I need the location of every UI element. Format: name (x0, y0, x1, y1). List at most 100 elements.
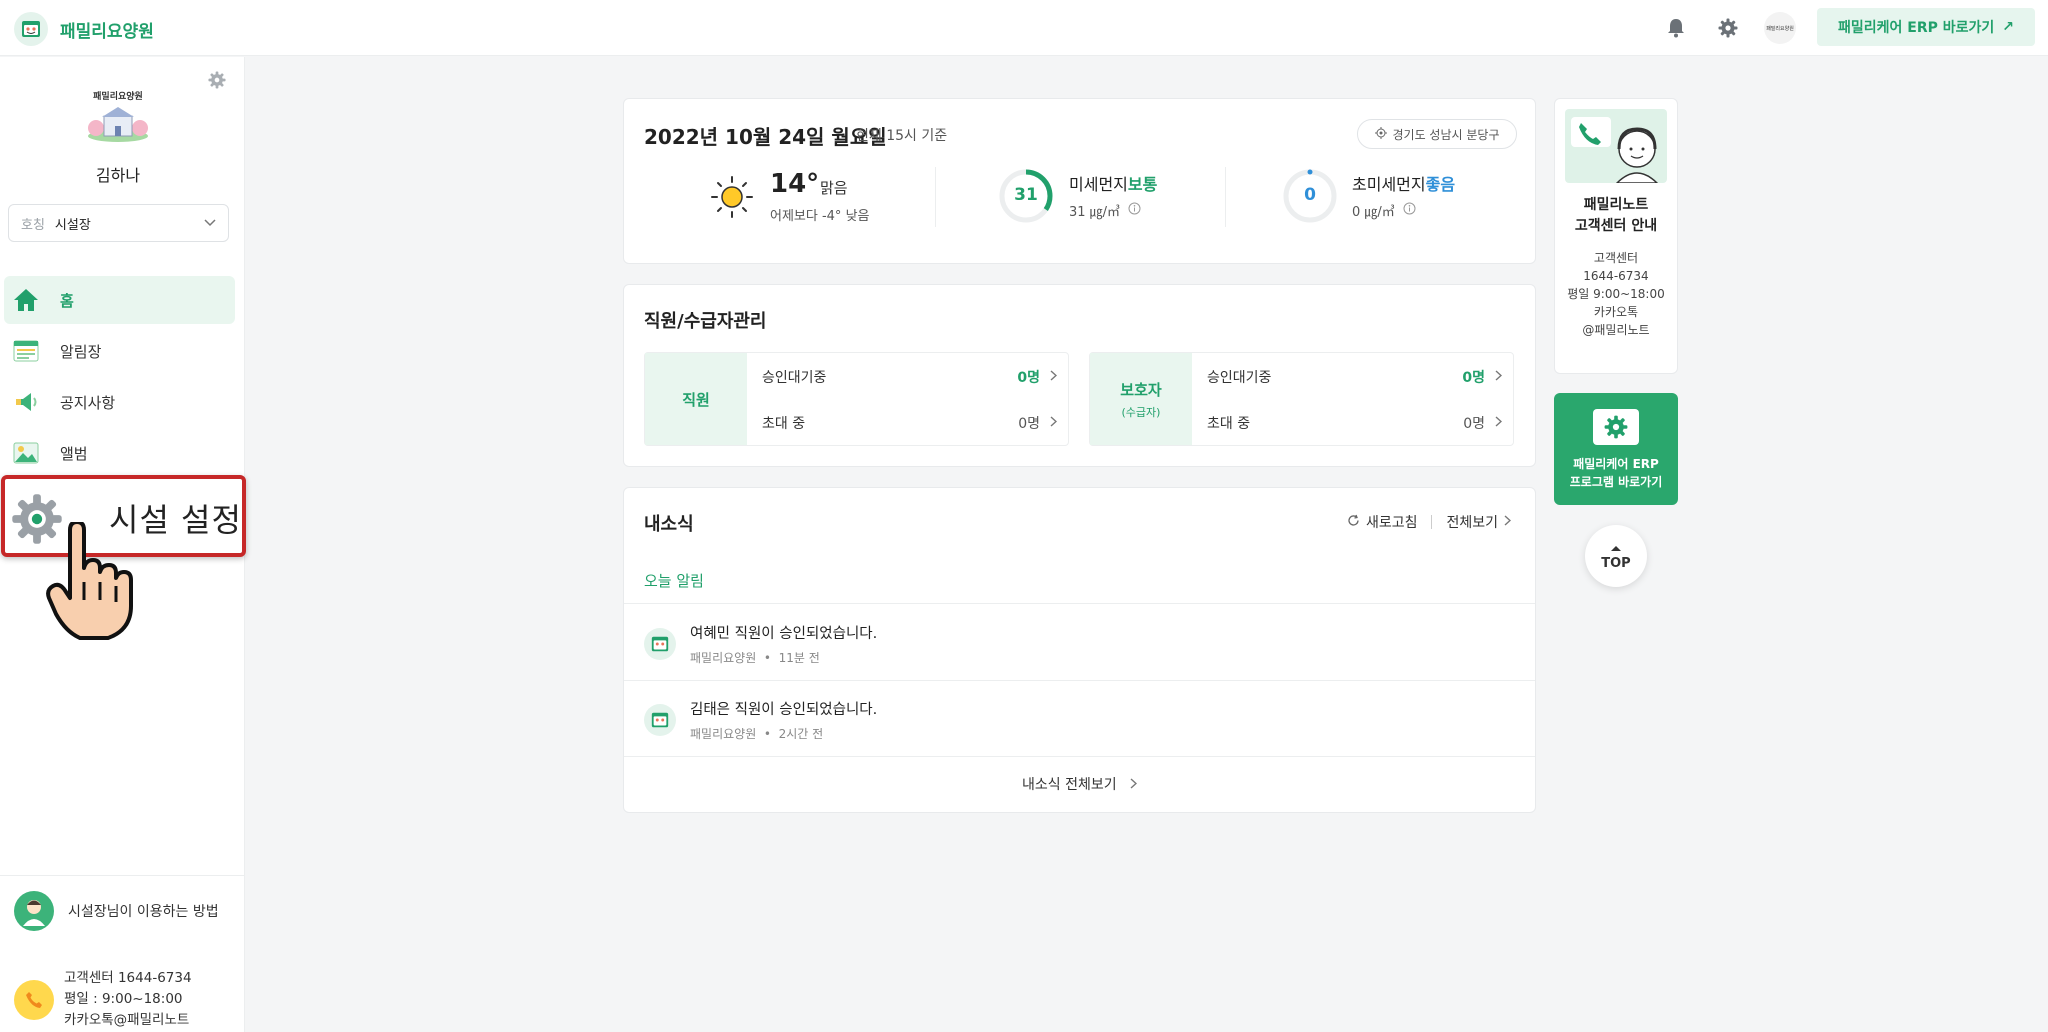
row-value: 0명 (1462, 370, 1485, 386)
info-icon[interactable] (1128, 202, 1141, 219)
cs-line: 1644-6734 (1583, 269, 1649, 283)
role-value: 시설장 (54, 217, 91, 233)
weather-basis: 현재 15시 기준 (856, 128, 948, 144)
chevron-right-icon (1050, 415, 1058, 431)
chevron-right-icon (1130, 777, 1138, 793)
facility-building-icon (88, 107, 148, 142)
today-alerts-label: 오늘 알림 (644, 572, 704, 590)
cs-line: 고객센터 (1593, 251, 1639, 265)
sidebar-item-announcements[interactable]: 공지사항 (4, 378, 235, 426)
erp-link-button[interactable]: 패밀리케어 ERP 바로가기 ↗ (1817, 8, 2035, 46)
pending-approval-row[interactable]: 승인대기중 0명 (762, 367, 1058, 387)
pm10-title: 미세먼지보통 (1069, 171, 1157, 195)
my-news-card: 내소식 새로고침 전체보기 오늘 알림 여혜민 직원이 승인되었습니다. 패밀리… (623, 487, 1536, 813)
facility-settings-gear-icon[interactable] (208, 71, 226, 93)
contact-info: 고객센터 1644-6734 평일 : 9:00~18:00 카카오톡@패밀리노… (14, 968, 192, 1031)
cs-title-line: 고객센터 안내 (1574, 218, 1658, 234)
news-item[interactable]: 여혜민 직원이 승인되었습니다. 패밀리요양원 • 11분 전 (644, 614, 1514, 674)
location-button[interactable]: 경기도 성남시 분당구 (1357, 119, 1517, 149)
sidebar-item-label: 알림장 (60, 342, 102, 361)
erp-line: 프로그램 바로가기 (1569, 475, 1663, 489)
album-icon (12, 439, 40, 467)
location-label: 경기도 성남시 분당구 (1392, 127, 1500, 142)
all-news-link[interactable]: 내소식 전체보기 (624, 774, 1535, 794)
chevron-right-icon (1050, 369, 1058, 385)
sunny-icon (710, 175, 754, 223)
pm10-unit: 31 ㎍/㎥ (1069, 205, 1121, 220)
news-meta: 패밀리요양원 • 2시간 전 (690, 727, 824, 741)
temperature: 14° (770, 169, 820, 199)
view-all-button[interactable]: 전체보기 (1446, 512, 1512, 532)
staff-box-employees: 직원 승인대기중 0명 초대 중 0명 (644, 352, 1069, 446)
pm10-label: 미세먼지 (1069, 175, 1128, 194)
customer-center-card[interactable]: 패밀리노트 고객센터 안내 고객센터 1644-6734 평일 9:00~18:… (1554, 98, 1678, 374)
notice-board-icon (12, 337, 40, 365)
sidebar-item-label: 앨범 (60, 444, 88, 463)
news-item[interactable]: 김태은 직원이 승인되었습니다. 패밀리요양원 • 2시간 전 (644, 690, 1514, 750)
erp-program-card[interactable]: 패밀리케어 ERP 프로그램 바로가기 (1554, 393, 1678, 505)
settings-gear-icon[interactable] (1712, 12, 1744, 44)
weather-card: 2022년 10월 24일 월요일 현재 15시 기준 경기도 성남시 분당구 … (623, 98, 1536, 264)
pm25-label: 초미세먼지 (1352, 175, 1426, 194)
sidebar-nav: 홈 알림장 공지사항 앨범 (4, 276, 235, 480)
temperature-comparison: 어제보다 -4° 낮음 (770, 209, 870, 224)
invited-row[interactable]: 초대 중 0명 (762, 413, 1058, 433)
chevron-right-icon (1495, 415, 1503, 431)
employees-label: 직원 (682, 390, 710, 409)
refresh-label: 새로고침 (1365, 515, 1418, 531)
guardians-label: 보호자 (1120, 380, 1162, 399)
cs-info: 고객센터 1644-6734 평일 9:00~18:00 카카오톡 @패밀리노트 (1555, 249, 1677, 339)
staff-management-card: 직원/수급자관리 직원 승인대기중 0명 초대 중 0명 보호자 (수급자) 승… (623, 284, 1536, 467)
phone-icon (14, 979, 54, 1020)
pm25-title: 초미세먼지좋음 (1352, 171, 1455, 195)
erp-line: 패밀리케어 ERP (1573, 457, 1659, 471)
cs-title: 패밀리노트 고객센터 안내 (1555, 195, 1677, 237)
news-text: 여혜민 직원이 승인되었습니다. (690, 626, 878, 642)
facility-logo-icon (644, 628, 676, 660)
info-icon[interactable] (1403, 202, 1416, 219)
brand-logo-icon (14, 12, 48, 46)
contact-line: 고객센터 1644-6734 (64, 970, 192, 986)
profile-avatar[interactable]: 패밀리요양원 (1764, 12, 1796, 44)
news-text: 김태은 직원이 승인되었습니다. (690, 702, 878, 718)
pm10-gauge: 31 (999, 169, 1053, 223)
chevron-down-icon (204, 216, 216, 231)
howto-link[interactable]: 시설장님이 이용하는 방법 (14, 891, 219, 931)
brand[interactable]: 패밀리요양원 (14, 12, 154, 46)
top-label: TOP (1601, 556, 1631, 571)
cs-title-line: 패밀리노트 (1583, 197, 1649, 213)
sidebar-item-album[interactable]: 앨범 (4, 429, 235, 477)
profile-avatar-text: 패밀리요양원 (1766, 25, 1794, 32)
scroll-top-button[interactable]: TOP (1585, 525, 1647, 587)
news-title: 내소식 (644, 514, 694, 535)
top-bar: 패밀리요양원 패밀리요양원 패밀리케어 ERP 바로가기 ↗ (0, 0, 2048, 56)
news-time: 2시간 전 (778, 727, 824, 741)
row-value: 0명 (1018, 416, 1040, 432)
contact-line: 카카오톡@패밀리노트 (64, 1012, 190, 1028)
news-source: 패밀리요양원 (690, 651, 757, 665)
pm25-unit-row: 0 ㎍/㎥ (1352, 201, 1416, 220)
sidebar-item-home[interactable]: 홈 (4, 276, 235, 324)
erp-gear-window-icon (1593, 409, 1639, 445)
user-name: 김하나 (95, 166, 141, 185)
pointing-hand-icon (46, 520, 136, 646)
invited-row[interactable]: 초대 중 0명 (1207, 413, 1503, 433)
pm25-value: 0 (1304, 185, 1316, 205)
news-source: 패밀리요양원 (690, 727, 757, 741)
sidebar-item-notice-board[interactable]: 알림장 (4, 327, 235, 375)
row-label: 초대 중 (1207, 416, 1251, 432)
megaphone-icon (12, 388, 40, 416)
guardians-sublabel: (수급자) (1121, 405, 1161, 419)
role-select[interactable]: 호칭 시설장 (8, 204, 229, 242)
user-avatar-icon (14, 891, 54, 931)
location-target-icon (1374, 126, 1387, 142)
refresh-button[interactable]: 새로고침 (1347, 512, 1418, 532)
external-arrow-icon: ↗ (2002, 19, 2014, 35)
facility-logo: 패밀리요양원 (82, 89, 154, 149)
pending-approval-row[interactable]: 승인대기중 0명 (1207, 367, 1503, 387)
pm10-unit-row: 31 ㎍/㎥ (1069, 201, 1141, 220)
home-icon (12, 286, 40, 314)
bell-icon[interactable] (1660, 12, 1692, 44)
weather-date: 2022년 10월 24일 월요일 (644, 125, 887, 149)
divider (624, 680, 1535, 681)
